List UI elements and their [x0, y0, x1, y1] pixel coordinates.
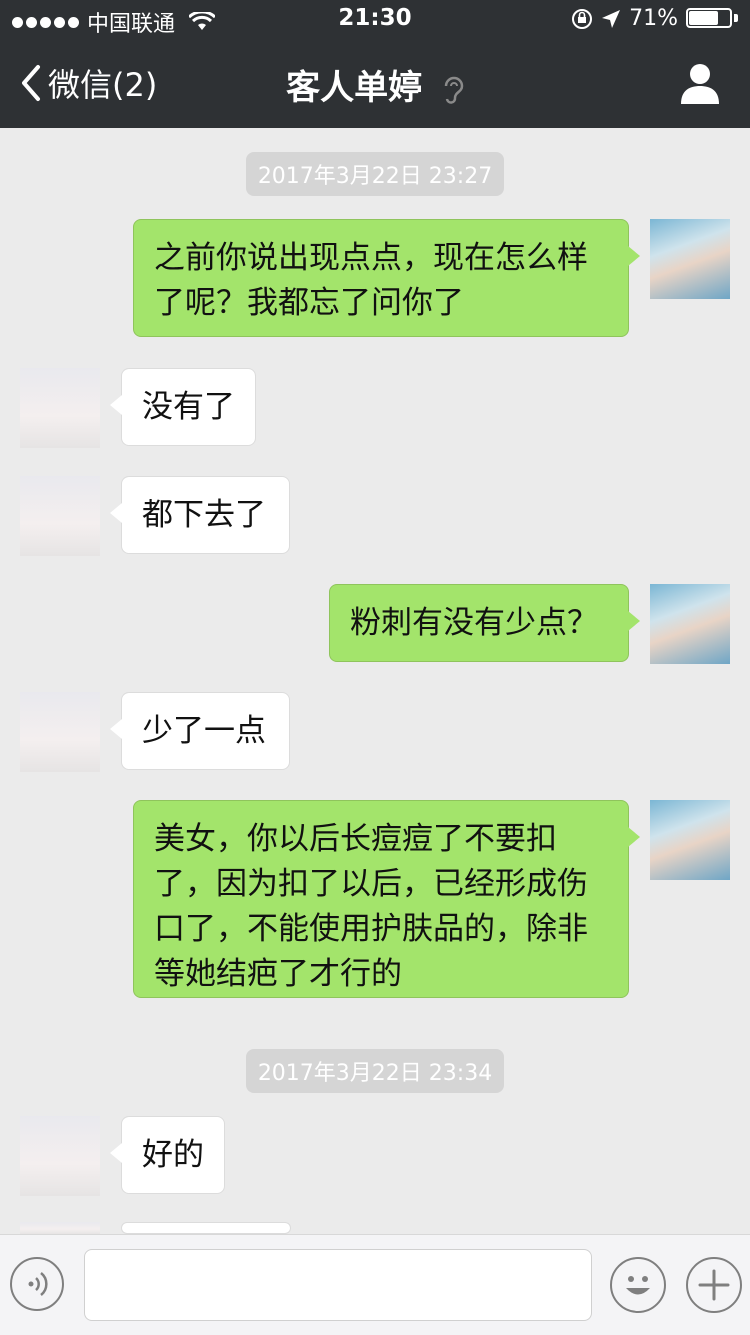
message-input[interactable]: [84, 1249, 592, 1321]
rotation-lock-icon: [572, 8, 593, 29]
message-bubble-sent[interactable]: 粉刺有没有少点？: [329, 584, 640, 662]
battery-percent: 71%: [629, 6, 678, 31]
avatar-client[interactable]: [20, 1222, 100, 1234]
timestamp-label: 2017年3月22日 23:34: [245, 1049, 505, 1093]
message-bubble-received[interactable]: 少了一点: [110, 692, 290, 770]
avatar-client[interactable]: [20, 692, 100, 772]
battery-icon: [686, 7, 738, 30]
message-bubble-sent[interactable]: 美女，你以后长痘痘了不要扣了，因为扣了以后，已经形成伤口了，不能使用护肤品的，除…: [133, 800, 640, 998]
timestamp: 2017年3月22日 23:34: [0, 1049, 750, 1093]
avatar-me[interactable]: [650, 219, 730, 299]
message-bubble-received[interactable]: [110, 1222, 291, 1269]
timestamp: 2017年3月22日 23:27: [0, 152, 750, 196]
voice-icon: [28, 1272, 48, 1296]
input-bar: [0, 1234, 750, 1335]
emoji-button[interactable]: [610, 1257, 666, 1313]
nav-bar: 微信(2) 客人单婷: [0, 40, 750, 128]
emoji-icon: [626, 1276, 650, 1295]
profile-icon[interactable]: [680, 62, 720, 104]
avatar-client[interactable]: [20, 368, 100, 448]
message-bubble-received[interactable]: 都下去了: [110, 476, 290, 554]
plus-icon: [698, 1269, 730, 1301]
avatar-client[interactable]: [20, 1116, 100, 1196]
earpiece-mode-icon: [444, 76, 464, 104]
status-bar: 中国联通 21:30 71%: [0, 0, 750, 40]
message-bubble-received[interactable]: 好的: [110, 1116, 225, 1194]
more-options-button[interactable]: [686, 1257, 742, 1313]
chat-title-area: 客人单婷: [0, 60, 750, 109]
status-right: 71%: [571, 6, 738, 31]
timestamp-label: 2017年3月22日 23:27: [245, 152, 505, 196]
avatar-me[interactable]: [650, 800, 730, 880]
message-bubble-sent[interactable]: 之前你说出现点点，现在怎么样了呢？我都忘了问你了: [133, 219, 640, 337]
chat-title: 客人单婷: [286, 68, 423, 108]
avatar-me[interactable]: [650, 584, 730, 664]
voice-input-button[interactable]: [10, 1257, 64, 1311]
avatar-client[interactable]: [20, 476, 100, 556]
message-bubble-received[interactable]: 没有了: [110, 368, 256, 446]
location-arrow-icon: [602, 9, 621, 28]
